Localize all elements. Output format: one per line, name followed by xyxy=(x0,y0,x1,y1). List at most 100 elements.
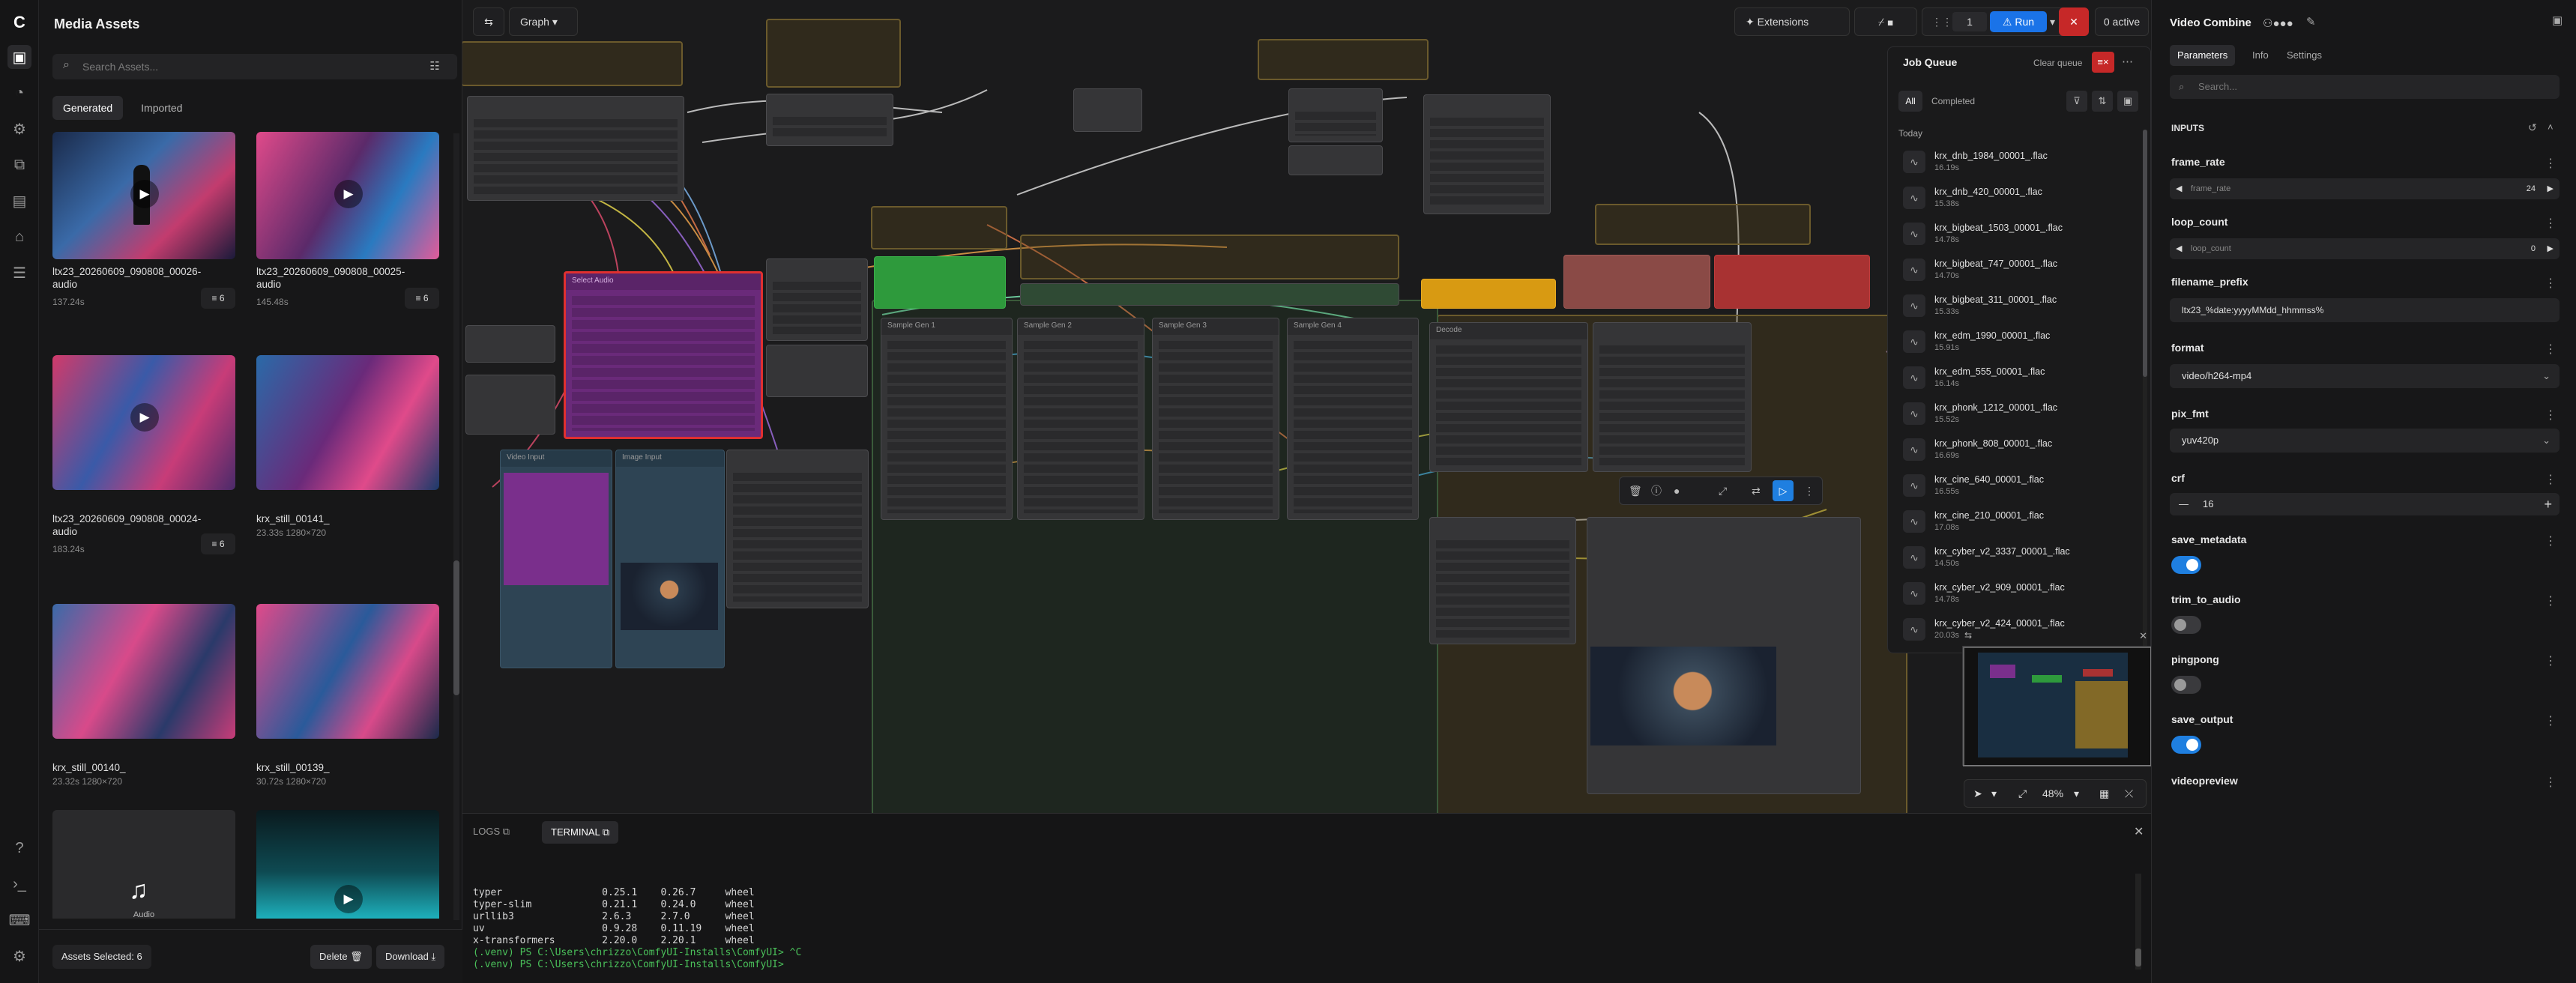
more-icon[interactable]: ⋮ xyxy=(2545,342,2557,357)
graph-node[interactable] xyxy=(1429,517,1576,644)
assets-selected-badge[interactable]: Assets Selected: 6 xyxy=(52,945,151,969)
scrollbar-thumb[interactable] xyxy=(453,560,459,695)
graph-node[interactable] xyxy=(766,345,868,397)
job-item[interactable]: ∿ krx_dnb_420_00001_.flac 15.38s xyxy=(1903,181,2143,217)
templates-icon[interactable]: ⌂ xyxy=(7,225,31,249)
job-item[interactable]: ∿ krx_cyber_v2_3337_00001_.flac 14.50s xyxy=(1903,540,2143,576)
more-icon[interactable]: ⋮ xyxy=(2545,775,2557,790)
graph-mode-dropdown[interactable]: Graph ▾ xyxy=(509,7,578,36)
job-item[interactable]: ∿ krx_cyber_v2_424_00001_.flac 20.03s xyxy=(1903,612,2143,648)
job-item[interactable]: ∿ krx_phonk_808_00001_.flac 16.69s xyxy=(1903,432,2143,468)
job-item[interactable]: ∿ krx_cine_640_00001_.flac 16.55s xyxy=(1903,468,2143,504)
models-icon[interactable]: ⧉ xyxy=(7,153,31,177)
queue-icon[interactable]: ◔ xyxy=(7,81,31,105)
keyboard-icon[interactable]: ⌨ xyxy=(7,908,31,932)
play-icon[interactable]: ▶ xyxy=(334,885,363,913)
graph-node[interactable] xyxy=(1288,145,1383,175)
scrollbar-thumb[interactable] xyxy=(2135,949,2141,967)
help-icon[interactable]: ? xyxy=(7,836,31,860)
color-icon[interactable]: ● xyxy=(1674,477,1680,504)
graph-node-sampler[interactable]: Sample Gen 2 xyxy=(1017,318,1144,520)
tab-logs[interactable]: LOGS ⧉ xyxy=(473,826,510,838)
bypass-icon[interactable]: ⇄ xyxy=(1752,477,1761,504)
play-icon[interactable]: ▶ xyxy=(130,403,159,432)
link-visibility-icon[interactable]: ⤫ xyxy=(2125,780,2133,807)
filter-all[interactable]: All xyxy=(1898,91,1922,112)
bookmark-icon[interactable]: ◼ xyxy=(1887,16,1893,28)
plus-icon[interactable]: + xyxy=(2544,493,2552,515)
more-icon[interactable]: ⋮ xyxy=(2545,276,2557,291)
more-icon[interactable]: ⋮ xyxy=(2545,156,2557,171)
crf-stepper[interactable]: — 16 + xyxy=(2170,493,2560,515)
node-group-header[interactable] xyxy=(1595,204,1811,245)
decrement-icon[interactable]: ◀ xyxy=(2176,178,2182,199)
increment-icon[interactable]: ▶ xyxy=(2548,238,2554,259)
panel-toggle-icon[interactable]: ▣ xyxy=(2552,13,2563,27)
assets-scrollbar[interactable] xyxy=(453,133,459,920)
graph-node[interactable] xyxy=(1423,94,1551,214)
zoom-level[interactable]: 48% xyxy=(2042,780,2063,807)
more-icon[interactable]: ⋮ xyxy=(2545,472,2557,487)
graph-node-sampler[interactable]: Sample Gen 3 xyxy=(1152,318,1279,520)
chevron-down-icon[interactable]: ▾ xyxy=(2074,780,2079,807)
more-icon[interactable]: ⋮ xyxy=(2545,713,2557,728)
collapse-icon[interactable]: ˄ xyxy=(2548,121,2554,133)
graph-node[interactable] xyxy=(467,96,684,201)
asset-thumbnail[interactable]: ▶ xyxy=(52,355,235,490)
pointer-icon[interactable]: ➤ xyxy=(1973,780,1982,807)
graph-node[interactable] xyxy=(726,450,869,608)
job-item[interactable]: ∿ krx_bigbeat_747_00001_.flac 14.70s xyxy=(1903,252,2143,288)
format-select[interactable]: video/h264-mp4 ⌄ xyxy=(2170,364,2560,388)
asset-thumbnail[interactable] xyxy=(256,355,439,490)
download-button[interactable]: Download ⤓ xyxy=(376,945,445,969)
decrement-icon[interactable]: ◀ xyxy=(2176,238,2182,259)
graph-node[interactable] xyxy=(1288,88,1383,142)
graph-node-decode[interactable]: Decode xyxy=(1429,322,1588,472)
frame-rate-input[interactable]: ◀ frame_rate 24 ▶ xyxy=(2170,178,2560,199)
nodes-icon[interactable]: ⚙ xyxy=(7,117,31,141)
graph-node-red[interactable] xyxy=(1714,255,1870,309)
minimap-settings-icon[interactable]: ⇆ xyxy=(1964,630,1972,641)
stack-badge[interactable]: ≡ 6 xyxy=(201,288,235,309)
tab-parameters[interactable]: Parameters xyxy=(2170,45,2236,66)
tab-info[interactable]: Info xyxy=(2252,45,2269,66)
edit-pencil-icon[interactable]: ✎ xyxy=(2306,15,2316,28)
minimap[interactable]: ⇆ ✕ xyxy=(1962,630,2152,766)
graph-node-sampler[interactable]: Sample Gen 4 xyxy=(1287,318,1419,520)
filter-completed[interactable]: Completed xyxy=(1931,91,1975,112)
job-item[interactable]: ∿ krx_edm_555_00001_.flac 16.14s xyxy=(1903,360,2143,396)
execute-selected-icon[interactable]: ▷ xyxy=(1773,480,1794,501)
graph-node-video-combine[interactable] xyxy=(1587,517,1861,794)
trash-icon[interactable]: 🗑 xyxy=(1629,477,1642,504)
more-icon[interactable]: ⋮ xyxy=(1804,477,1815,504)
job-item[interactable]: ∿ krx_phonk_1212_00001_.flac 15.52s xyxy=(1903,396,2143,432)
drag-handle-icon[interactable]: ⋮⋮ xyxy=(1931,8,1952,35)
library-icon[interactable]: ☰ xyxy=(7,261,31,285)
graph-node[interactable] xyxy=(465,325,555,363)
clear-queue-icon[interactable]: ≡× xyxy=(2092,52,2114,73)
pingpong-toggle[interactable] xyxy=(2171,676,2201,694)
graph-nav-icon[interactable]: ⇆ xyxy=(473,7,504,36)
more-icon[interactable]: ⋯ xyxy=(2122,55,2133,68)
job-item[interactable]: ∿ krx_bigbeat_311_00001_.flac 15.33s xyxy=(1903,288,2143,324)
asset-thumbnail[interactable] xyxy=(256,604,439,739)
minimap-viewport[interactable] xyxy=(1963,647,2152,766)
asset-thumbnail[interactable]: ▶ xyxy=(256,810,439,919)
play-icon[interactable]: ▶ xyxy=(130,180,159,208)
minimap-toggle-icon[interactable]: ▦ xyxy=(2099,780,2109,807)
comfy-logo-icon[interactable]: C xyxy=(7,10,31,34)
graph-node-green[interactable] xyxy=(874,256,1006,309)
minus-icon[interactable]: — xyxy=(2179,493,2189,515)
more-icon[interactable]: ⋮ xyxy=(2545,216,2557,231)
asset-thumbnail[interactable]: ▶ xyxy=(52,132,235,259)
properties-search-box[interactable]: ⌕ Search... xyxy=(2170,75,2560,99)
tools-group[interactable]: ⌿ ◼ xyxy=(1854,7,1917,36)
job-item[interactable]: ∿ krx_edm_1990_00001_.flac 15.91s xyxy=(1903,324,2143,360)
tab-terminal[interactable]: TERMINAL ⧉ xyxy=(542,821,619,844)
sort-icon[interactable]: ⇅ xyxy=(2092,91,2113,112)
gallery-icon[interactable]: ▣ xyxy=(2117,91,2138,112)
reset-icon[interactable]: ↺ xyxy=(2528,121,2537,134)
graph-node-select-audio[interactable]: Select Audio xyxy=(564,271,763,439)
search-input[interactable] xyxy=(82,54,405,79)
tab-imported[interactable]: Imported xyxy=(130,96,193,120)
